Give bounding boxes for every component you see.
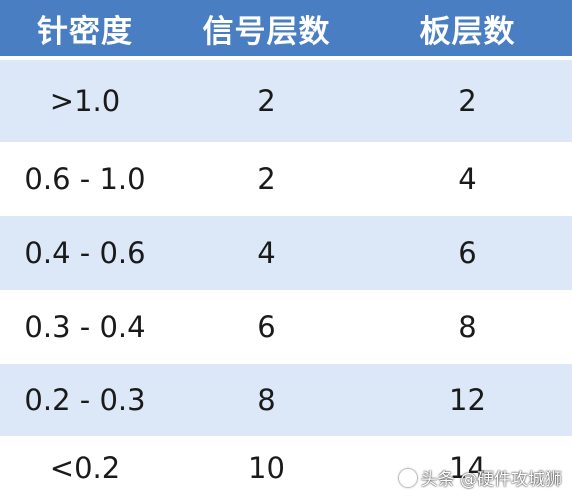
watermark-text: 头条 @硬件攻城狮 — [420, 470, 562, 490]
table-row: 0.3 - 0.4 6 8 — [0, 290, 572, 364]
table-row: >1.0 2 2 — [0, 60, 572, 142]
cell-board-layers: 4 — [458, 162, 477, 196]
header-board-layers: 板层数 — [419, 13, 516, 50]
watermark: 头条 @硬件攻城狮 — [398, 465, 562, 490]
cell-pin-density: 0.3 - 0.4 — [24, 310, 146, 344]
cell-pin-density: 0.2 - 0.3 — [24, 383, 146, 417]
cell-pin-density: <0.2 — [49, 451, 121, 485]
cell-board-layers: 6 — [458, 236, 477, 270]
table-row: 0.2 - 0.3 8 12 — [0, 364, 572, 436]
header-pin-density: 针密度 — [37, 13, 133, 50]
cell-pin-density: 0.6 - 1.0 — [24, 162, 146, 196]
table-row: 0.6 - 1.0 2 4 — [0, 142, 572, 216]
cell-pin-density: 0.4 - 0.6 — [24, 236, 146, 270]
cell-signal-layers: 2 — [257, 84, 276, 118]
cell-signal-layers: 10 — [248, 451, 285, 485]
cell-signal-layers: 8 — [257, 383, 276, 417]
watermark-logo-icon — [398, 468, 417, 487]
cell-signal-layers: 6 — [257, 310, 276, 344]
cell-board-layers: 8 — [458, 310, 477, 344]
table-row: 0.4 - 0.6 4 6 — [0, 216, 572, 290]
cell-signal-layers: 4 — [257, 236, 276, 270]
cell-pin-density: >1.0 — [49, 84, 121, 118]
header-signal-layers: 信号层数 — [202, 13, 331, 50]
pin-density-table: 针密度 信号层数 板层数 >1.0 2 2 0.6 - 1.0 2 4 0.4 … — [0, 0, 572, 500]
cell-board-layers: 2 — [458, 84, 477, 118]
cell-signal-layers: 2 — [257, 162, 276, 196]
cell-board-layers: 12 — [449, 383, 486, 417]
table-header-row: 针密度 信号层数 板层数 — [0, 0, 572, 56]
